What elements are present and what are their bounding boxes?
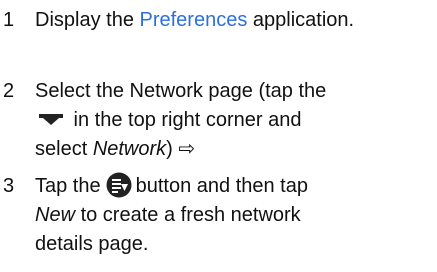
step-text-segment: application. xyxy=(247,9,355,31)
preferences-link[interactable]: Preferences xyxy=(140,9,248,31)
step-text-segment: in the top right corner and xyxy=(68,109,302,131)
step-number: 1 xyxy=(3,9,15,31)
menu-triangle-icon xyxy=(39,113,63,125)
step-text-segment: details page. xyxy=(35,233,149,256)
step-text-segment: ) ⇨ xyxy=(166,138,196,160)
step-text: Tap the button and then tap New to create… xyxy=(35,172,308,259)
step-text-segment: Select the Network page (tap the xyxy=(35,80,327,102)
step-text-segment: select xyxy=(35,138,93,160)
step-text-segment: to create a fresh network xyxy=(75,204,301,227)
network-menu-item-ref: Network xyxy=(92,138,167,160)
step-text-segment: Display the xyxy=(35,9,140,31)
step-text: Select the Network page (tap the in the … xyxy=(35,77,326,164)
step-number: 3 xyxy=(3,175,15,197)
step-number: 2 xyxy=(3,80,15,102)
step-text-segment: button and then tap xyxy=(135,175,308,197)
new-command-ref: New xyxy=(35,204,76,227)
step-text: Display the Preferences application. xyxy=(35,6,354,35)
step-text-segment: Tap the xyxy=(35,175,101,197)
round-menu-button-icon xyxy=(106,172,132,198)
